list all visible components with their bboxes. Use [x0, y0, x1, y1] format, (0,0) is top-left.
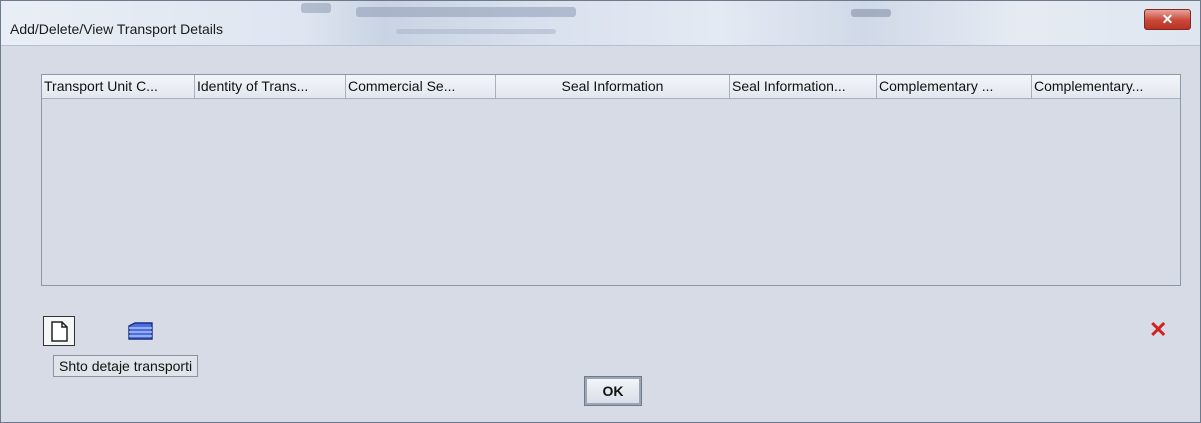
column-header-complementary-1[interactable]: Complementary ... — [877, 75, 1032, 99]
folder-icon — [128, 322, 153, 340]
blurred-background-artifact — [851, 9, 891, 17]
transport-details-table[interactable]: Transport Unit C... Identity of Trans...… — [41, 74, 1181, 286]
ok-button[interactable]: OK — [584, 376, 642, 406]
column-header-complementary-2[interactable]: Complementary... — [1032, 75, 1180, 99]
column-header-identity-of-transport[interactable]: Identity of Trans... — [195, 75, 346, 99]
column-header-seal-information[interactable]: Seal Information — [496, 75, 730, 99]
column-header-seal-information-2[interactable]: Seal Information... — [730, 75, 877, 99]
window-title: Add/Delete/View Transport Details — [10, 21, 223, 37]
tooltip: Shto detaje transporti — [53, 355, 199, 377]
column-header-commercial-seal[interactable]: Commercial Se... — [346, 75, 496, 99]
close-button[interactable]: ✕ — [1144, 9, 1191, 30]
title-bar[interactable]: Add/Delete/View Transport Details ✕ — [1, 1, 1200, 46]
dialog-window: Add/Delete/View Transport Details ✕ Tran… — [0, 0, 1201, 423]
new-document-icon — [51, 321, 68, 342]
blurred-background-artifact — [356, 7, 576, 17]
new-document-button[interactable] — [43, 316, 75, 346]
column-header-transport-unit[interactable]: Transport Unit C... — [42, 75, 195, 99]
table-header: Transport Unit C... Identity of Trans...… — [42, 75, 1180, 99]
blurred-background-artifact — [301, 3, 331, 13]
blurred-background-artifact — [396, 29, 556, 34]
delete-icon[interactable]: ✕ — [1149, 319, 1167, 341]
open-folder-button[interactable] — [126, 319, 154, 343]
